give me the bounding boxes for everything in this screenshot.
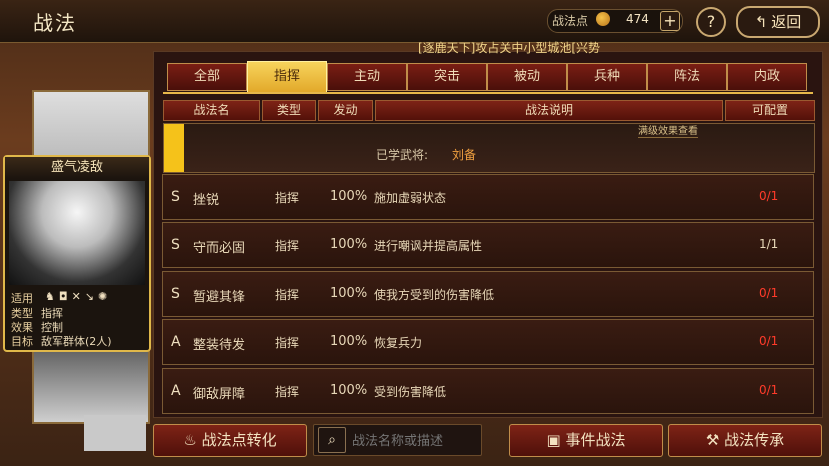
card-row-applicable: 适用 [11, 290, 41, 306]
card-title: 盛气凌敌 [5, 157, 149, 179]
tab-assault[interactable]: 突击 [407, 63, 487, 91]
shield-icon: ◘ [58, 290, 72, 303]
column-header-name: 战法名 [163, 100, 260, 121]
skill-row[interactable]: S 挫锐 指挥 100% 施加虚弱状态 0/1 [162, 174, 814, 220]
skill-config: 1/1 [759, 237, 779, 251]
spear-icon: ↘ [84, 290, 99, 303]
skill-type: 指挥 [275, 191, 300, 205]
skill-rate: 100% [330, 237, 368, 252]
siege-icon: ✺ [98, 290, 112, 303]
back-button[interactable]: ↰ 返回 [736, 6, 820, 38]
search-icon[interactable]: ⌕ [318, 427, 346, 453]
skill-type: 指挥 [275, 288, 300, 302]
card-label: 目标 [11, 335, 33, 348]
search-box: ⌕ [313, 424, 482, 456]
skill-description: 使我方受到的伤害降低 [374, 288, 495, 302]
skill-description: 进行嘲讽并提高属性 [374, 239, 483, 253]
skill-row[interactable]: S 守而必固 指挥 100% 进行嘲讽并提高属性 1/1 [162, 222, 814, 268]
max-level-link[interactable]: 满级效果查看 [638, 122, 698, 138]
column-header-trigger: 发动 [318, 100, 373, 121]
column-header-description: 战法说明 [375, 100, 723, 121]
skill-config: 0/1 [759, 286, 779, 300]
tab-divider [163, 92, 813, 94]
skill-config: 0/1 [759, 383, 779, 397]
skill-type: 指挥 [275, 239, 300, 253]
flame-icon: ♨ [183, 431, 197, 449]
skill-name: 暂避其锋 [193, 290, 246, 305]
skill-grade: S [171, 237, 180, 253]
page-title: 战法 [33, 11, 77, 35]
skill-card: 盛气凌敌 适用 ♞◘✕↘✺ 类型 指挥 效果 控制 目标 敌军群体(2人) [3, 155, 151, 352]
hammer-icon: ⚒ [705, 431, 720, 449]
inherit-skills-button[interactable]: ⚒ 战法传承 [668, 424, 822, 457]
skill-description: 恢复兵力 [374, 336, 423, 350]
tab-passive[interactable]: 被动 [487, 63, 567, 91]
learned-label: 已学武将: [376, 148, 429, 162]
tab-formation[interactable]: 阵法 [647, 63, 727, 91]
add-points-button[interactable]: + [660, 11, 680, 31]
back-arrow-icon: ↰ [754, 13, 768, 31]
skill-rate: 100% [330, 286, 368, 301]
skill-type: 指挥 [275, 336, 300, 350]
skill-row[interactable]: S 暂避其锋 指挥 100% 使我方受到的伤害降低 0/1 [162, 271, 814, 317]
column-header-type: 类型 [262, 100, 316, 121]
crossbow-icon: ✕ [71, 290, 85, 303]
skill-grade: S [171, 189, 180, 205]
skill-name: 整装待发 [193, 338, 246, 353]
inherit-label: 战法传承 [724, 431, 785, 449]
scroll-icon: ▣ [546, 431, 561, 449]
card-target: 敌军群体(2人) [41, 335, 112, 348]
points-label: 战法点 [552, 14, 589, 28]
tab-troop[interactable]: 兵种 [567, 63, 647, 91]
back-label: 返回 [771, 13, 802, 31]
tab-internal[interactable]: 内政 [727, 63, 807, 91]
applicable-icons: ♞◘✕↘✺ [45, 290, 111, 303]
skill-grade: A [171, 334, 181, 350]
convert-label: 战法点转化 [201, 431, 277, 449]
skill-name: 御敌屏障 [193, 387, 246, 402]
card-art [9, 181, 145, 285]
learned-details: 满级效果查看 已学武将: 刘备 [163, 123, 815, 173]
skill-config: 0/1 [759, 189, 779, 203]
skill-rate: 100% [330, 383, 368, 398]
flame-coin-icon [596, 12, 610, 26]
skill-name: 守而必固 [193, 241, 246, 256]
learned-general[interactable]: 刘备 [452, 146, 476, 163]
background-art-lower [84, 415, 146, 451]
skill-row[interactable]: A 御敌屏障 指挥 100% 受到伤害降低 0/1 [162, 368, 814, 414]
skill-grade: A [171, 383, 181, 399]
cavalry-icon: ♞ [45, 290, 59, 303]
skill-row[interactable]: A 整装待发 指挥 100% 恢复兵力 0/1 [162, 319, 814, 365]
tab-active[interactable]: 主动 [327, 63, 407, 91]
card-label: 适用 [11, 292, 33, 305]
tab-all[interactable]: 全部 [167, 63, 247, 91]
skill-grade: S [171, 286, 180, 302]
skill-description: 施加虚弱状态 [374, 191, 447, 205]
skill-rate: 100% [330, 334, 368, 349]
help-button[interactable]: ? [696, 7, 726, 37]
selection-marker [164, 124, 184, 172]
search-input[interactable] [350, 428, 480, 454]
event-label: 事件战法 [565, 431, 626, 449]
points-value: 474 [626, 12, 649, 26]
column-header-configurable: 可配置 [725, 100, 815, 121]
skill-type: 指挥 [275, 385, 300, 399]
convert-points-button[interactable]: ♨ 战法点转化 [153, 424, 307, 457]
tab-command[interactable]: 指挥 [247, 61, 327, 93]
skill-rate: 100% [330, 189, 368, 204]
skill-description: 受到伤害降低 [374, 385, 447, 399]
news-ticker: [逐鹿天下]攻占关中小型城池[兴势 [418, 41, 601, 55]
event-skills-button[interactable]: ▣ 事件战法 [509, 424, 663, 457]
skill-config: 0/1 [759, 334, 779, 348]
skill-name: 挫锐 [193, 193, 220, 208]
card-row-target: 目标 敌军群体(2人) [11, 333, 112, 349]
